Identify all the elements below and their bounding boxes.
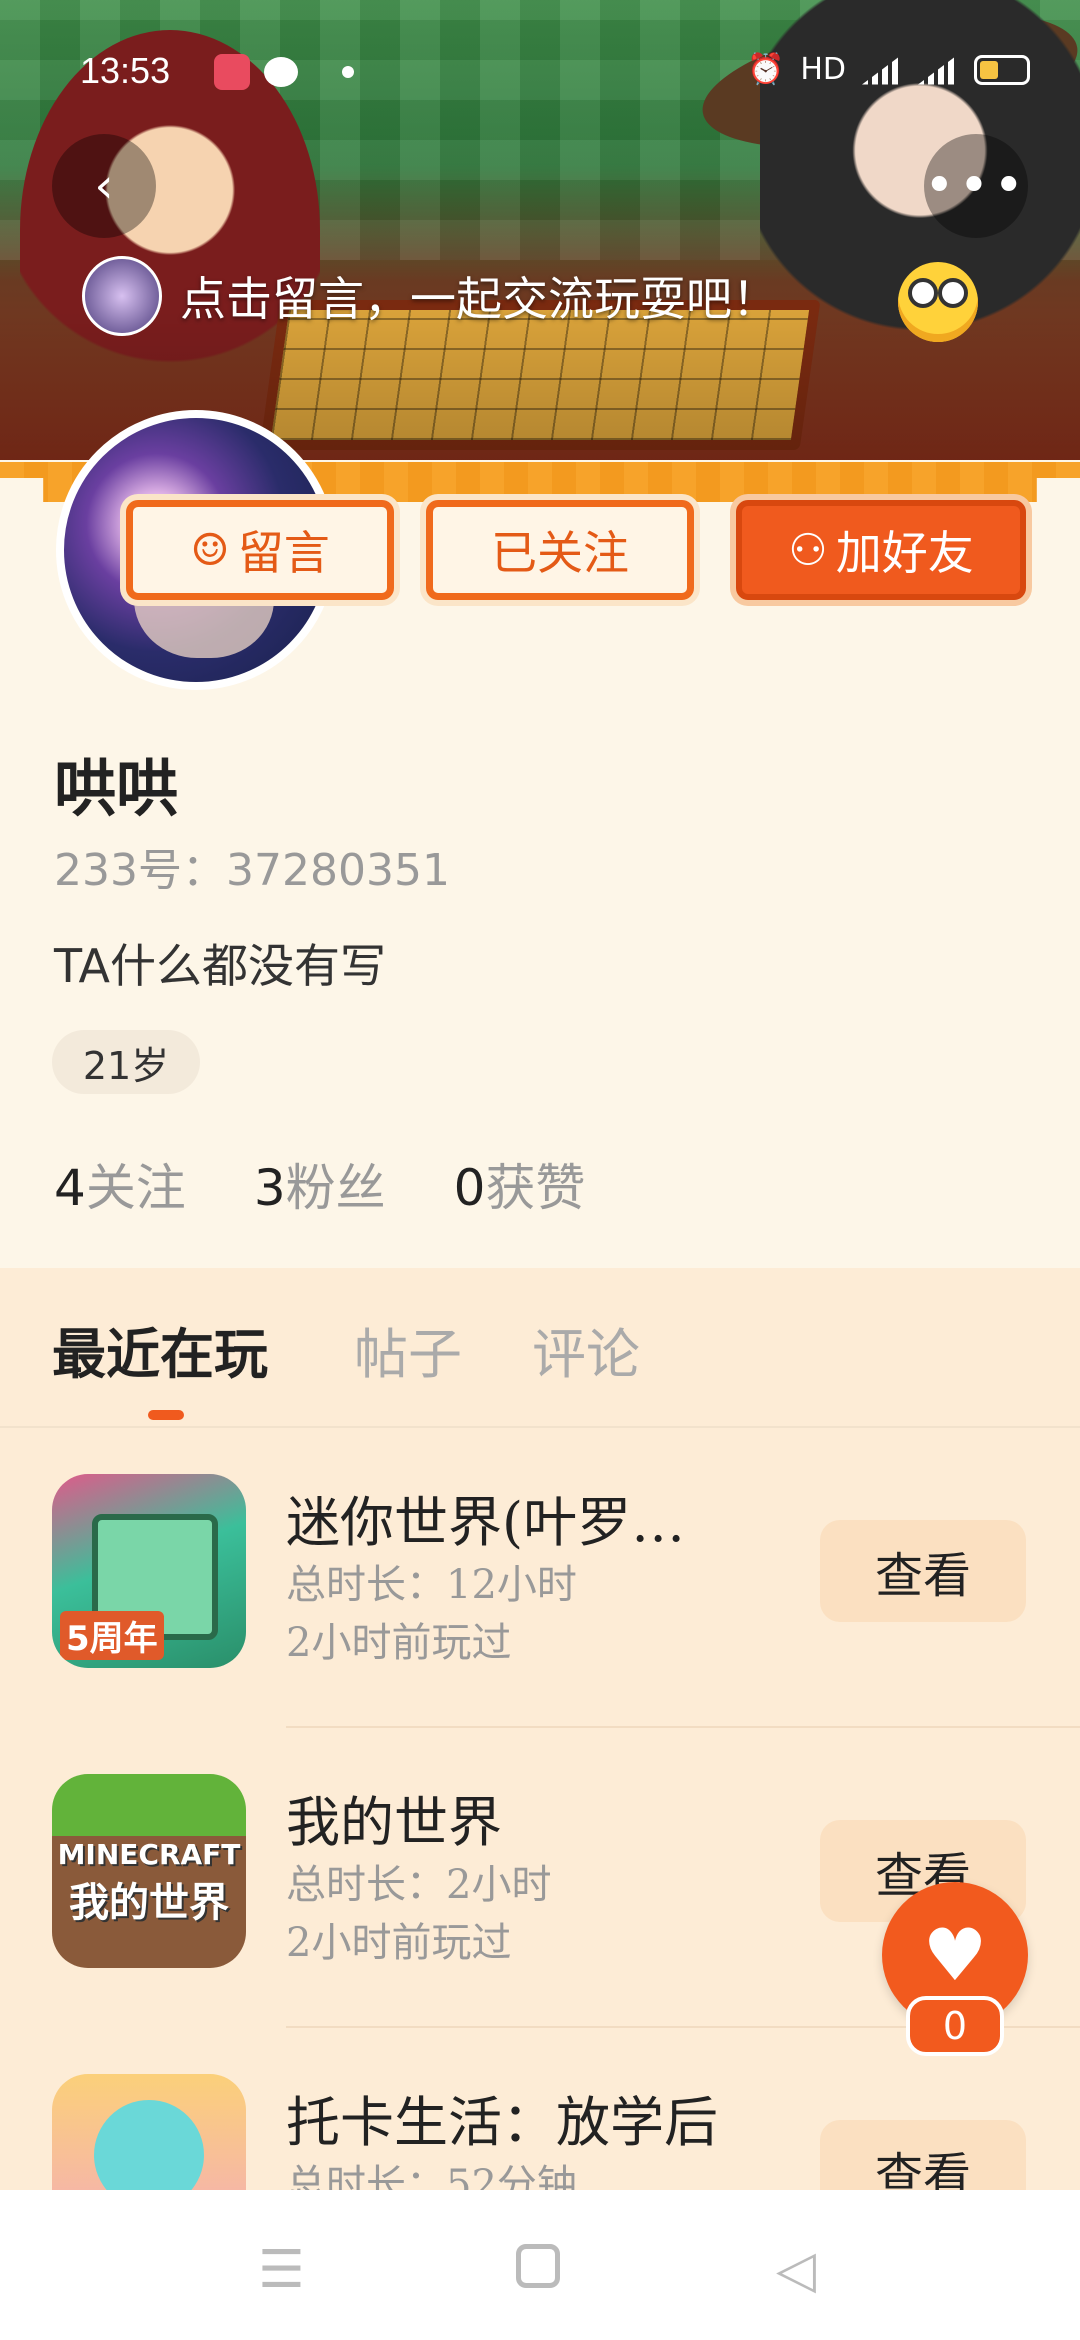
uid-label: 233号： — [54, 845, 226, 896]
add-friend-button-label: 加好友 — [835, 526, 974, 580]
icon-text-top: MINECRAFT — [57, 1838, 241, 1871]
status-time: 13:53 — [80, 50, 171, 91]
heart-icon: ♥ — [922, 1913, 988, 1997]
game-list: 5周年 迷你世界(叶罗… 总时长：12小时 2小时前玩过 查看 MINECRAF… — [0, 1428, 1080, 2190]
game-name: 我的世界 — [286, 1791, 502, 1854]
profile-name: 哄哄 — [54, 752, 179, 825]
game-duration: 总时长：52分钟 — [286, 2162, 577, 2190]
game-icon-minecraft: MINECRAFT 我的世界 — [52, 1774, 246, 1968]
signal-icon — [862, 54, 902, 85]
menu-icon[interactable]: ☰ — [258, 2240, 305, 2300]
home-square-icon[interactable] — [516, 2244, 560, 2288]
signal-4g-icon — [918, 54, 958, 85]
follow-button[interactable]: 已关注 — [426, 500, 694, 600]
stat-label: 关注 — [85, 1159, 186, 1217]
notification-app-icon — [214, 54, 250, 90]
game-name: 托卡生活：放学后 — [286, 2091, 718, 2154]
profile-stats: 4关注 3粉丝 0获赞 — [54, 1148, 585, 1220]
view-button[interactable]: 查看 — [820, 1520, 1026, 1622]
battery-icon — [974, 54, 1030, 85]
stat-fans[interactable]: 3粉丝 — [254, 1148, 386, 1220]
system-nav-bar: ☰ ◁ — [0, 2190, 1080, 2340]
stat-following[interactable]: 4关注 — [54, 1148, 186, 1220]
profile-bio: TA什么都没有写 — [54, 939, 386, 993]
commenter-avatar — [82, 256, 162, 336]
tab-active-indicator — [148, 1410, 184, 1420]
back-triangle-icon[interactable]: ◁ — [776, 2240, 816, 2300]
more-button[interactable]: ••• — [924, 134, 1028, 238]
game-name: 迷你世界(叶罗… — [286, 1491, 686, 1554]
stat-label: 获赞 — [485, 1159, 586, 1217]
wechat-icon — [264, 57, 298, 87]
message-icon: ☺ — [190, 524, 230, 576]
tab-posts[interactable]: 帖子 — [354, 1310, 462, 1389]
age-badge: 21岁 — [52, 1030, 200, 1094]
icon-text-bottom: 我的世界 — [69, 1880, 229, 1926]
back-button[interactable]: ‹ — [52, 134, 156, 238]
stat-likes[interactable]: 0获赞 — [454, 1148, 586, 1220]
emoji-sticker-icon[interactable] — [898, 262, 978, 342]
game-icon-toca-life — [52, 2074, 246, 2190]
tab-comments[interactable]: 评论 — [532, 1310, 640, 1389]
add-user-icon: ⚇ — [788, 524, 828, 576]
hd-indicator: HD — [800, 52, 846, 87]
add-friend-button[interactable]: ⚇ 加好友 — [736, 500, 1026, 600]
game-last-played: 2小时前玩过 — [286, 1620, 512, 1666]
stat-number: 0 — [453, 1159, 486, 1217]
list-item[interactable]: 5周年 迷你世界(叶罗… 总时长：12小时 2小时前玩过 查看 — [0, 1428, 1080, 1728]
game-last-played: 2小时前玩过 — [286, 1920, 512, 1966]
game-icon-mini-world: 5周年 — [52, 1474, 246, 1668]
alarm-icon: ⏰ — [746, 52, 785, 87]
game-duration: 总时长：12小时 — [286, 1562, 577, 1608]
status-bar: 13:53 ⏰ HD — [0, 0, 1080, 140]
chevron-left-icon: ‹ — [94, 158, 114, 214]
notification-dot-icon — [342, 66, 354, 78]
profile-uid: 233号：37280351 — [54, 834, 450, 898]
follow-button-label: 已关注 — [491, 526, 629, 580]
more-horizontal-icon: ••• — [924, 156, 1029, 216]
message-button[interactable]: ☺ 留言 — [126, 500, 394, 600]
message-button-label: 留言 — [237, 526, 330, 580]
tab-recently-played[interactable]: 最近在玩 — [52, 1310, 268, 1389]
view-button[interactable]: 查看 — [820, 2120, 1026, 2190]
status-right: ⏰ HD — [747, 52, 1030, 87]
game-duration: 总时长：2小时 — [286, 1862, 552, 1908]
comment-prompt-text: 点击留言，一起交流玩耍吧！ — [180, 272, 778, 326]
stat-number: 3 — [253, 1159, 286, 1217]
status-app-icons — [214, 54, 354, 90]
uid-value: 37280351 — [225, 845, 450, 896]
comment-prompt[interactable]: 点击留言，一起交流玩耍吧！ — [82, 256, 778, 336]
like-count: 0 — [906, 1996, 1004, 2056]
icon-badge: 5周年 — [60, 1611, 164, 1660]
stat-label: 粉丝 — [285, 1159, 386, 1217]
stat-number: 4 — [54, 1159, 86, 1217]
